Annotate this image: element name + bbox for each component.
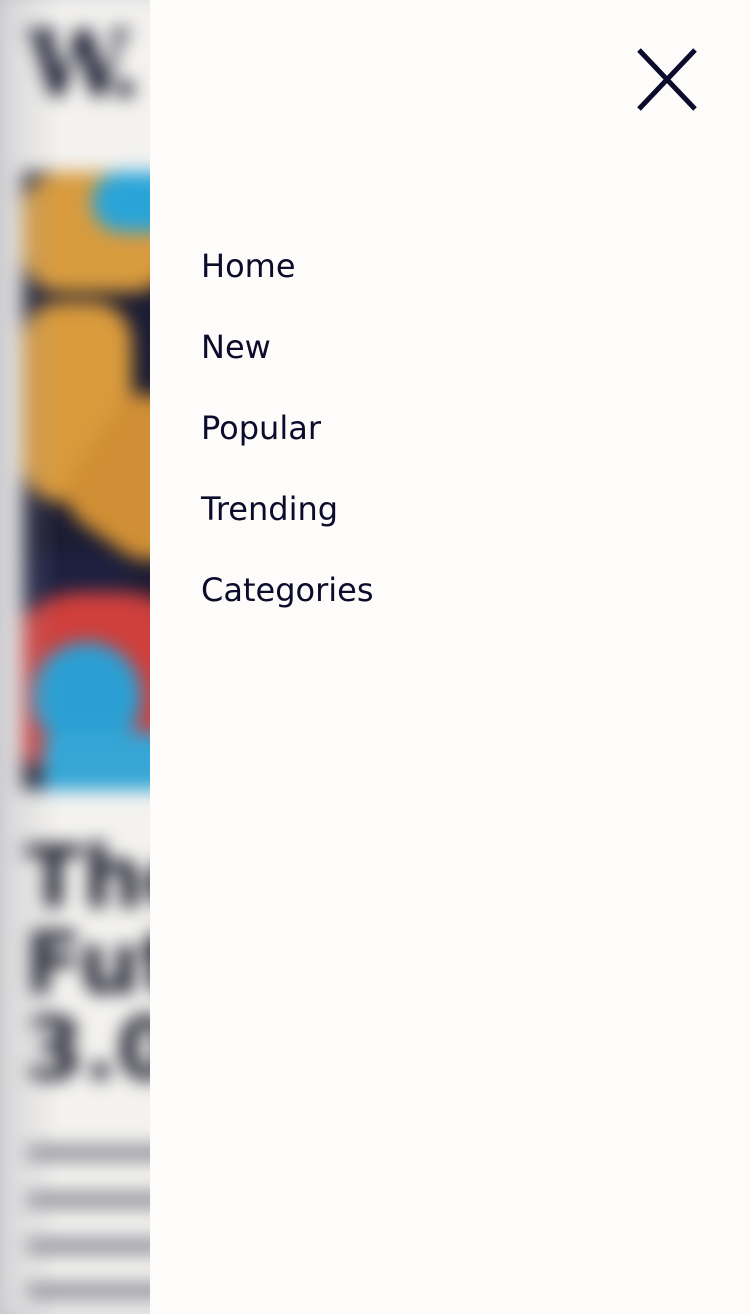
nav-link-popular[interactable]: Popular <box>201 400 373 456</box>
site-logo: W. <box>26 10 141 118</box>
nav-link-home[interactable]: Home <box>201 238 373 294</box>
nav-link-new[interactable]: New <box>201 319 373 375</box>
nav-item-popular: Popular <box>201 400 373 481</box>
nav-menu: Home New Popular Trending Categories <box>201 238 373 643</box>
nav-item-home: Home <box>201 238 373 319</box>
nav-item-trending: Trending <box>201 481 373 562</box>
nav-link-categories[interactable]: Categories <box>201 562 373 618</box>
nav-item-categories: Categories <box>201 562 373 643</box>
close-menu-button[interactable] <box>636 47 700 113</box>
navigation-drawer: Home New Popular Trending Categories <box>150 0 750 1314</box>
nav-link-trending[interactable]: Trending <box>201 481 373 537</box>
close-icon <box>637 48 697 111</box>
nav-item-new: New <box>201 319 373 400</box>
